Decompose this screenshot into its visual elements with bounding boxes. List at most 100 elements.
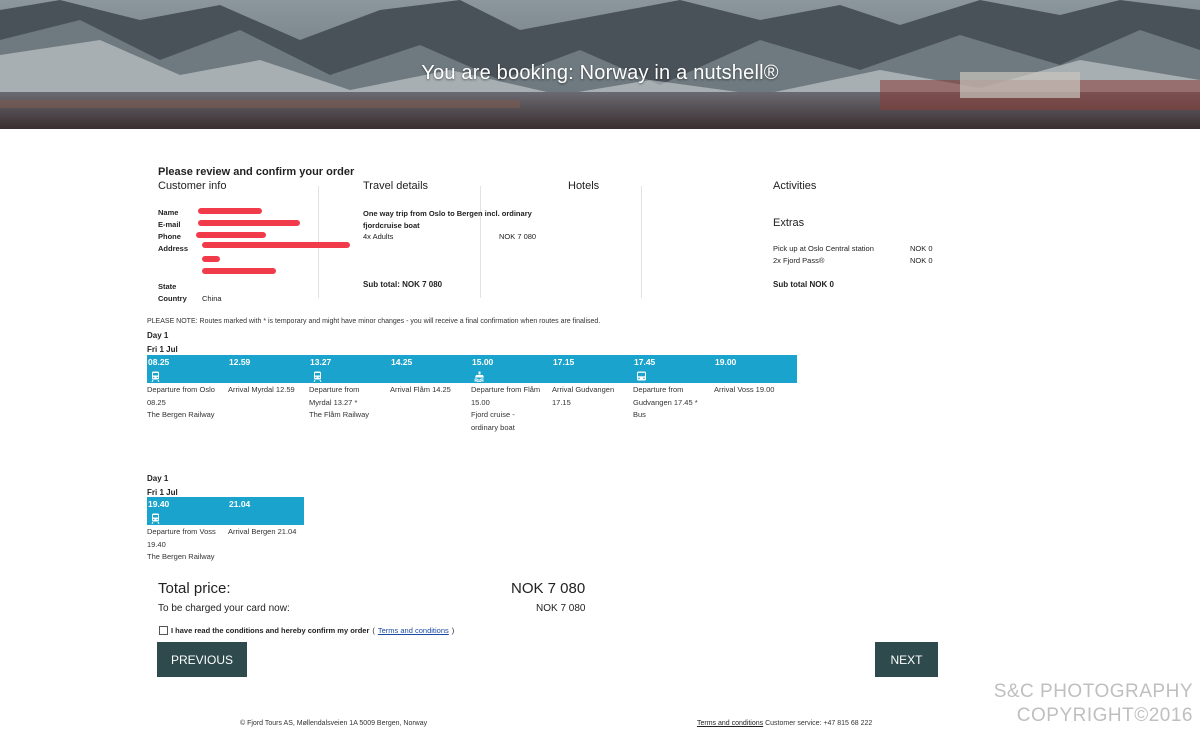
stop-description-line: 17.15: [552, 397, 571, 407]
email-label: E-mail: [158, 220, 181, 229]
timeline-time: 12.59: [229, 357, 251, 367]
stop-description-line: Departure from: [309, 385, 360, 394]
timeline-time: 19.40: [148, 499, 170, 509]
extra-item-price: NOK 0: [910, 244, 933, 253]
stop-description-line: 08.25: [147, 397, 166, 407]
review-heading: Please review and confirm your order: [158, 166, 355, 178]
stop-description-line: Bus: [633, 410, 646, 419]
footer-company: © Fjord Tours AS, Møllendalsveien 1A 500…: [240, 720, 428, 727]
trip-description: One way trip from Oslo to Bergen incl. o…: [363, 209, 532, 230]
journey2-date: Fri 1 Jul: [147, 488, 178, 497]
timeline-stop-description: Arrival Voss 19.00: [714, 384, 792, 397]
timeline-stop-description: Arrival Flåm 14.25: [390, 384, 468, 397]
column-divider: [641, 186, 642, 298]
journey2-timeline: 19.40 21.04: [147, 497, 304, 525]
journey1-day: Day 1: [147, 331, 169, 340]
stop-description-line: 19.40: [147, 539, 166, 549]
footer-terms-link[interactable]: Terms and conditions: [697, 720, 763, 727]
confirm-paren-close: ): [451, 626, 455, 635]
address-label: Address: [158, 244, 189, 253]
boat-icon: [474, 369, 485, 383]
confirm-paren-open: (: [372, 626, 375, 635]
redaction-mark: [202, 242, 350, 248]
column-divider: [480, 186, 481, 298]
confirm-checkbox[interactable]: [159, 626, 168, 635]
stop-description-line: Departure from Oslo: [147, 385, 215, 394]
stop-description-line: Arrival Gudvangen: [552, 385, 615, 394]
stop-description-line: Arrival Bergen 21.04: [228, 527, 297, 536]
redaction-mark: [198, 208, 262, 214]
footer-links: Terms and conditions Customer service: +…: [697, 720, 872, 727]
charge-label: To be charged your card now:: [158, 603, 290, 614]
extra-item-price: NOK 0: [910, 256, 933, 265]
stop-description-line: Myrdal 13.27 *: [309, 397, 358, 407]
total-price-value: NOK 7 080: [511, 580, 586, 597]
timeline-time: 17.15: [553, 357, 575, 367]
adults-count: 4x Adults: [363, 232, 394, 241]
train-icon: [312, 369, 323, 383]
timeline-time: 19.00: [715, 357, 737, 367]
stop-description-line: The Flåm Railway: [309, 410, 370, 419]
stop-description-line: Departure from Voss: [147, 527, 216, 536]
travel-details-heading: Travel details: [363, 180, 429, 192]
adults-price: NOK 7 080: [499, 232, 537, 241]
timeline-stop-description: Arrival Gudvangen 17.15: [552, 384, 630, 409]
journey1-timeline: 08.25 12.59 13.27 14.25 15.00 17.15 17.45 19.00: [147, 355, 797, 383]
bus-icon: [636, 369, 647, 381]
train-icon: [150, 369, 161, 383]
routes-note: PLEASE NOTE: Routes marked with * is tem…: [147, 318, 601, 325]
stop-description-line: Departure from: [633, 385, 684, 394]
timeline-stop-description: Departure from Voss 19.40 The Bergen Railw…: [147, 526, 225, 564]
stop-description-line: Arrival Flåm 14.25: [390, 385, 451, 394]
booking-title: You are booking: Norway in a nutshell®: [421, 62, 779, 84]
stop-description-line: The Bergen Railway: [147, 552, 215, 561]
charge-value: NOK 7 080: [536, 603, 586, 614]
extra-item-label: Pick up at Oslo Central station: [773, 244, 874, 253]
hotels-heading: Hotels: [568, 180, 600, 192]
terms-link[interactable]: Terms and conditions: [378, 626, 449, 635]
stop-description-line: Arrival Voss 19.00: [714, 385, 775, 394]
total-price-label: Total price:: [158, 580, 231, 597]
timeline-stop-description: Departure from Flåm 15.00 Fjord cruise - or…: [471, 384, 549, 434]
activities-heading: Activities: [773, 180, 817, 192]
footer-service: Customer service: +47 815 68 222: [763, 720, 873, 727]
timeline-stop-description: Departure from Gudvangen 17.45 * Bus: [633, 384, 711, 422]
redaction-mark: [198, 220, 300, 226]
stop-description-line: 15.00: [471, 397, 490, 407]
travel-subtotal: Sub total: NOK 7 080: [363, 280, 443, 289]
stop-description-line: The Bergen Railway: [147, 410, 215, 419]
timeline-stop-description: Departure from Oslo 08.25 The Bergen Railw…: [147, 384, 225, 422]
train-icon: [150, 511, 161, 525]
stop-description-line: Departure from Flåm: [471, 385, 541, 394]
activities-subtotal: Sub total NOK 0: [773, 280, 834, 289]
name-label: Name: [158, 208, 179, 217]
stop-description-line: Fjord cruise -: [471, 410, 515, 419]
timeline-time: 08.25: [148, 357, 170, 367]
extras-heading: Extras: [773, 217, 805, 229]
timeline-time: 14.25: [391, 357, 413, 367]
timeline-stop-description: Departure from Myrdal 13.27 * The Flåm Rai…: [309, 384, 387, 422]
watermark-line2: COPYRIGHT©2016: [1016, 705, 1193, 726]
timeline-time: 15.00: [472, 357, 494, 367]
country-label: Country: [158, 294, 187, 303]
redaction-mark: [202, 256, 220, 262]
timeline-stop-description: Arrival Myrdal 12.59: [228, 384, 306, 397]
stop-description-line: ordinary boat: [471, 422, 515, 432]
confirm-text: I have read the conditions and hereby co…: [171, 626, 370, 635]
extra-item-label: 2x Fjord Pass®: [773, 256, 825, 265]
next-button[interactable]: NEXT: [875, 642, 938, 677]
redaction-mark: [202, 268, 276, 274]
watermark-line1: S&C PHOTOGRAPHY: [993, 681, 1193, 702]
country-value: China: [202, 294, 222, 303]
timeline-time: 13.27: [310, 357, 332, 367]
hero-banner: You are booking: Norway in a nutshell®: [0, 0, 1200, 129]
redaction-mark: [196, 232, 266, 238]
customer-info-heading: Customer info: [158, 180, 227, 192]
previous-button[interactable]: PREVIOUS: [157, 642, 247, 677]
confirm-row: I have read the conditions and hereby co…: [159, 626, 454, 635]
state-label: State: [158, 282, 177, 291]
photo-watermark: S&C PHOTOGRAPHY COPYRIGHT©2016: [950, 680, 1193, 728]
stop-description-line: Arrival Myrdal 12.59: [228, 385, 295, 394]
timeline-time: 17.45: [634, 357, 656, 367]
journey1-date: Fri 1 Jul: [147, 345, 178, 354]
